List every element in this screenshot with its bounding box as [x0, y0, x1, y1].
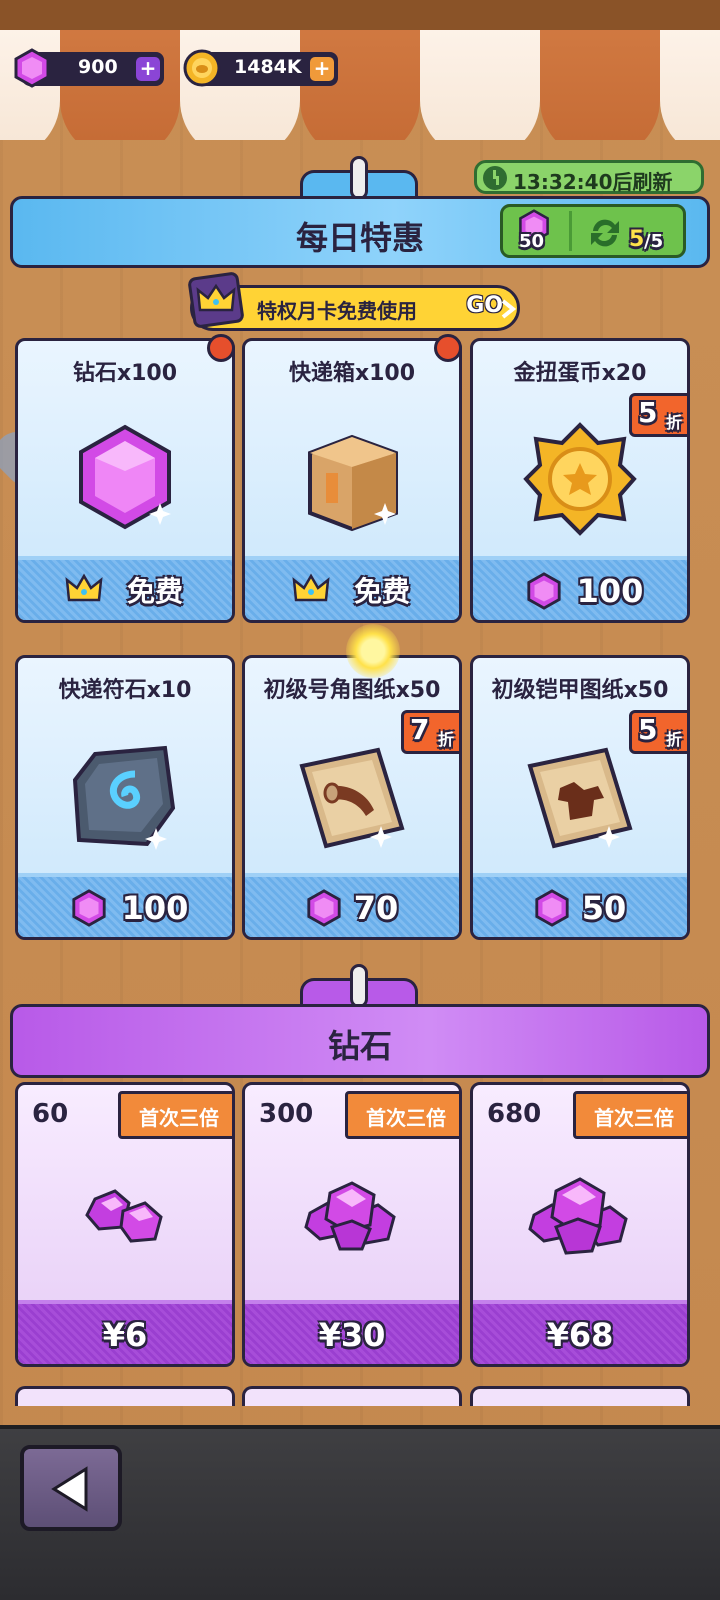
discount-badge: 7 折	[401, 710, 459, 754]
gem-shop-title: 钻石	[327, 1027, 392, 1065]
vip-go-label: GO	[466, 293, 503, 318]
back-button[interactable]	[20, 1445, 122, 1531]
gem-pack-amount: 680	[487, 1099, 542, 1129]
deal-name: 初级铠甲图纸x50	[491, 678, 669, 703]
rune-stone-icon	[72, 745, 176, 850]
vip-card-text: 特权月卡免费使用	[257, 299, 417, 323]
first-purchase-tag: 首次三倍	[573, 1091, 687, 1139]
deal-price: 70	[353, 889, 399, 927]
gem-amount: 900	[78, 56, 118, 78]
first-purchase-tag: 首次三倍	[345, 1091, 459, 1139]
gem-icon	[14, 48, 50, 88]
deal-price: 50	[581, 889, 627, 927]
banner-hanger	[350, 964, 368, 1008]
banner-hanger	[350, 156, 368, 200]
refresh-total: /5	[644, 231, 664, 252]
deal-name: 钻石x100	[72, 361, 178, 386]
refresh-cost: 50	[519, 231, 545, 252]
deal-price: 100	[576, 572, 644, 610]
armor-blueprint-icon	[527, 747, 633, 849]
deal-card[interactable]: 金扭蛋币x20 100 5 折	[470, 338, 690, 623]
gem-pack-card-partial[interactable]	[242, 1386, 462, 1406]
gem-pack-card-partial[interactable]	[15, 1386, 235, 1406]
gold-coin-icon	[523, 422, 637, 536]
deal-name: 初级号角图纸x50	[263, 678, 441, 703]
new-badge-dot	[434, 334, 462, 362]
clock-icon	[483, 166, 507, 190]
add-gems-button[interactable]: +	[136, 57, 160, 81]
horn-blueprint-icon	[299, 747, 405, 849]
first-purchase-tag: 首次三倍	[118, 1091, 232, 1139]
discount-badge: 5 折	[629, 710, 687, 754]
refresh-icon	[591, 219, 619, 247]
crown-icon	[188, 272, 244, 328]
refresh-deals-button[interactable]: 50 5 /5	[500, 204, 686, 258]
gem-pile-icon	[528, 1177, 628, 1255]
deal-name: 金扭蛋币x20	[513, 361, 647, 386]
gem-pack-card[interactable]: 300 首次三倍 ¥30	[242, 1082, 462, 1367]
coin-icon	[183, 49, 221, 87]
deal-price: 100	[121, 889, 189, 927]
gem-pack-price: ¥68	[546, 1316, 614, 1354]
deal-card[interactable]: 快递符石x10 100	[15, 655, 235, 940]
deal-name: 快递箱x100	[288, 361, 416, 386]
discount-badge: 5 折	[629, 393, 687, 437]
tap-indicator	[346, 624, 400, 678]
chevron-right-icon	[501, 299, 517, 319]
gem-pack-price: ¥30	[318, 1316, 386, 1354]
refresh-count: 5	[629, 227, 645, 252]
deal-card[interactable]: 钻石x100 免费	[15, 338, 235, 623]
coin-amount: 1484K	[234, 56, 302, 78]
gem-pile-icon	[304, 1181, 396, 1251]
refresh-timer: 13:32:40后刷新	[474, 160, 704, 194]
add-coins-button[interactable]: +	[310, 57, 334, 81]
deal-card[interactable]: 初级铠甲图纸x50 50 5 折	[470, 655, 690, 940]
back-arrow-icon	[51, 1466, 88, 1512]
deal-name: 快递符石x10	[58, 678, 192, 703]
gem-pack-card[interactable]: 680 首次三倍 ¥68	[470, 1082, 690, 1367]
gem-pack-card-partial[interactable]	[470, 1386, 690, 1406]
deal-card[interactable]: 初级号角图纸x50 70 7 折	[242, 655, 462, 940]
deal-price: 免费	[126, 575, 183, 608]
gem-pack-amount: 60	[32, 1099, 69, 1129]
gem-pack-amount: 300	[259, 1099, 314, 1129]
gem-shop-banner: 钻石	[10, 1004, 710, 1078]
refresh-timer-text: 13:32:40后刷新	[513, 170, 673, 194]
gem-pack-card[interactable]: 60 首次三倍 ¥6	[15, 1082, 235, 1367]
gem-pack-price: ¥6	[102, 1316, 148, 1354]
deal-card[interactable]: 快递箱x100 免费	[242, 338, 462, 623]
gem-pile-icon	[85, 1189, 163, 1243]
new-badge-dot	[207, 334, 235, 362]
deal-price: 免费	[353, 575, 410, 608]
gem-icon	[79, 424, 171, 530]
box-icon	[308, 434, 398, 532]
